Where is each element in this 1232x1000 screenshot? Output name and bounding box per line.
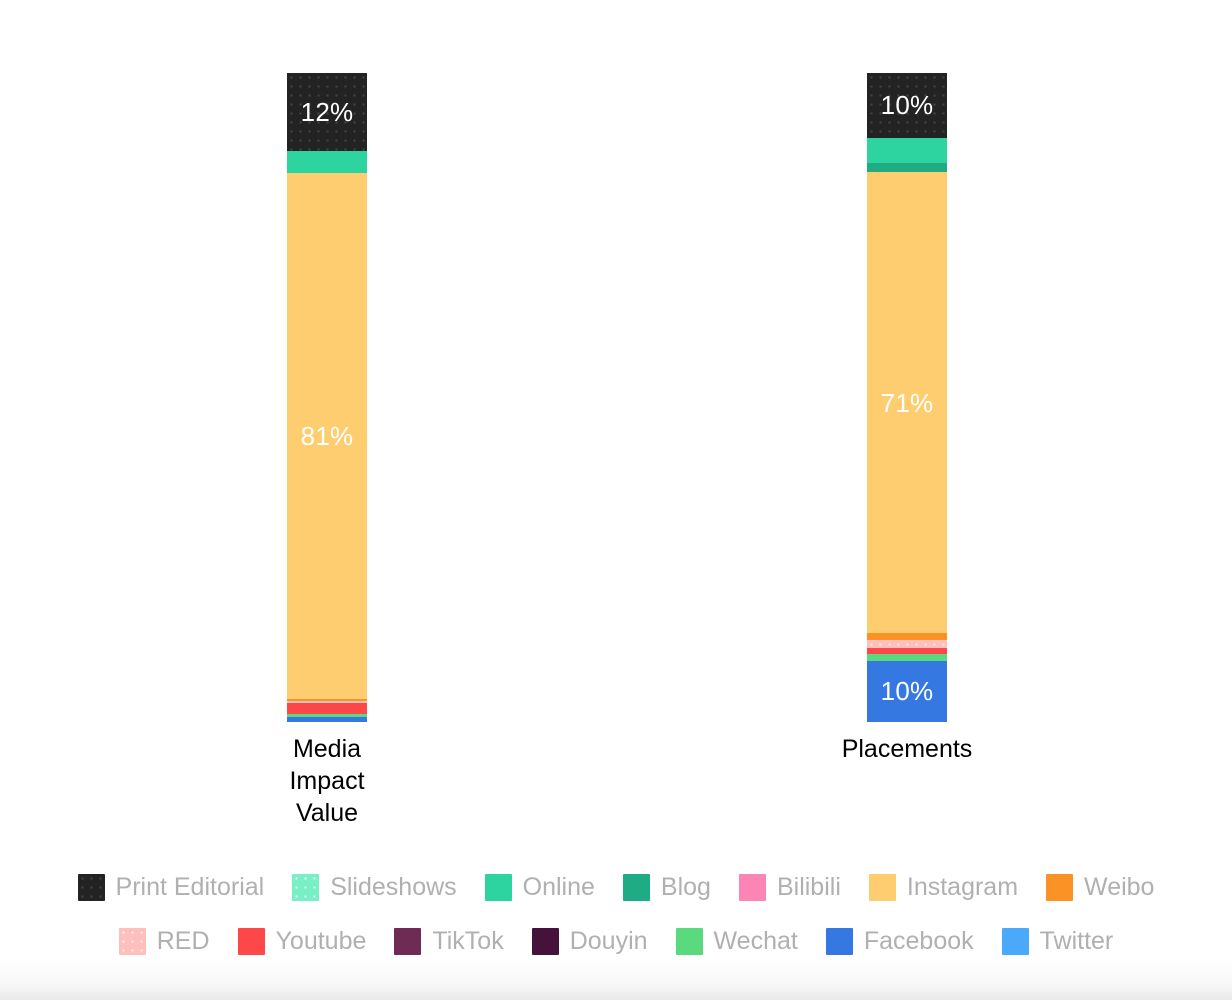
legend-item-instagram[interactable]: Instagram bbox=[868, 872, 1019, 901]
legend-label: Facebook bbox=[863, 926, 974, 955]
legend-swatch-icon bbox=[77, 873, 105, 901]
bar-segment-print-editorial[interactable]: 10% bbox=[867, 73, 947, 138]
legend-label: Instagram bbox=[906, 872, 1019, 901]
bar-segment-online[interactable] bbox=[287, 150, 367, 173]
category-label: Media Impact Value bbox=[247, 733, 407, 829]
legend-swatch-icon bbox=[118, 927, 146, 955]
segment-value-label: 10% bbox=[880, 90, 934, 121]
segment-value-label: 10% bbox=[880, 676, 934, 707]
legend-swatch-icon bbox=[394, 927, 422, 955]
legend-label: Wechat bbox=[713, 926, 798, 955]
legend-label: TikTok bbox=[432, 926, 504, 955]
bar-segment-weibo[interactable] bbox=[867, 633, 947, 641]
legend-label: Slideshows bbox=[330, 872, 457, 901]
legend-item-bilibili[interactable]: Bilibili bbox=[738, 872, 841, 901]
legend-swatch-icon bbox=[825, 927, 853, 955]
bar-segment-blog[interactable] bbox=[867, 163, 947, 173]
bar-group: 12% 81% Media Impact Value bbox=[247, 73, 407, 827]
legend-row: Print Editorial Slideshows Online Blog Bilib… bbox=[0, 860, 1232, 914]
legend-label: Weibo bbox=[1084, 872, 1155, 901]
legend-item-blog[interactable]: Blog bbox=[622, 872, 711, 901]
legend-item-twitter[interactable]: Twitter bbox=[1001, 926, 1114, 955]
legend-label: Online bbox=[522, 872, 595, 901]
legend-item-slideshows[interactable]: Slideshows bbox=[292, 872, 457, 901]
legend-item-online[interactable]: Online bbox=[484, 872, 595, 901]
legend-label: Bilibili bbox=[776, 872, 841, 901]
bar-stack[interactable]: 12% 81% bbox=[287, 73, 367, 722]
chart-legend: Print Editorial Slideshows Online Blog Bilib… bbox=[0, 860, 1232, 968]
legend-label: Blog bbox=[660, 872, 711, 901]
bar-segment-facebook[interactable]: 10% bbox=[867, 660, 947, 722]
legend-item-weibo[interactable]: Weibo bbox=[1046, 872, 1155, 901]
legend-item-facebook[interactable]: Facebook bbox=[825, 926, 974, 955]
legend-swatch-icon bbox=[675, 927, 703, 955]
legend-label: Youtube bbox=[275, 926, 367, 955]
legend-item-wechat[interactable]: Wechat bbox=[675, 926, 798, 955]
bar-segment-instagram[interactable]: 81% bbox=[287, 172, 367, 699]
bar-segment-red[interactable] bbox=[867, 640, 947, 648]
category-label-line: Impact bbox=[289, 767, 365, 795]
legend-swatch-icon bbox=[622, 873, 650, 901]
segment-value-label: 81% bbox=[300, 420, 354, 451]
legend-label: Douyin bbox=[569, 926, 648, 955]
legend-swatch-icon bbox=[738, 873, 766, 901]
legend-swatch-icon bbox=[484, 873, 512, 901]
legend-item-print-editorial[interactable]: Print Editorial bbox=[77, 872, 265, 901]
bar-group: 10% 71% 10% Placements bbox=[827, 73, 987, 763]
legend-item-red[interactable]: RED bbox=[118, 926, 210, 955]
legend-label: Print Editorial bbox=[115, 872, 265, 901]
bar-segment-youtube[interactable] bbox=[287, 702, 367, 714]
legend-item-youtube[interactable]: Youtube bbox=[237, 926, 367, 955]
legend-label: Twitter bbox=[1039, 926, 1114, 955]
legend-swatch-icon bbox=[1046, 873, 1074, 901]
bar-segment-instagram[interactable]: 71% bbox=[867, 172, 947, 634]
bar-stack[interactable]: 10% 71% 10% bbox=[867, 73, 947, 722]
legend-row: RED Youtube TikTok Douyin Wechat Facebook Twit… bbox=[0, 914, 1232, 968]
legend-item-tiktok[interactable]: TikTok bbox=[394, 926, 504, 955]
bar-segment-online[interactable] bbox=[867, 137, 947, 164]
legend-swatch-icon bbox=[1001, 927, 1029, 955]
category-label-line: Value bbox=[295, 799, 359, 827]
legend-swatch-icon bbox=[531, 927, 559, 955]
legend-label: RED bbox=[156, 926, 210, 955]
bar-segment-facebook[interactable] bbox=[287, 717, 367, 722]
category-label-line: Media bbox=[292, 735, 362, 763]
segment-value-label: 71% bbox=[880, 387, 934, 418]
legend-swatch-icon bbox=[868, 873, 896, 901]
bar-segment-wechat[interactable] bbox=[867, 653, 947, 661]
category-label: Placements bbox=[827, 733, 987, 765]
stacked-bar-chart: 12% 81% Media Impact Value 10% 71% 10% Placement… bbox=[0, 0, 1232, 1000]
legend-swatch-icon bbox=[292, 873, 320, 901]
bar-segment-print-editorial[interactable]: 12% bbox=[287, 73, 367, 151]
legend-item-douyin[interactable]: Douyin bbox=[531, 926, 648, 955]
plot-area: 12% 81% Media Impact Value 10% 71% 10% Placement… bbox=[0, 0, 1232, 845]
category-label-line: Placements bbox=[841, 735, 973, 763]
legend-swatch-icon bbox=[237, 927, 265, 955]
segment-value-label: 12% bbox=[300, 96, 354, 127]
